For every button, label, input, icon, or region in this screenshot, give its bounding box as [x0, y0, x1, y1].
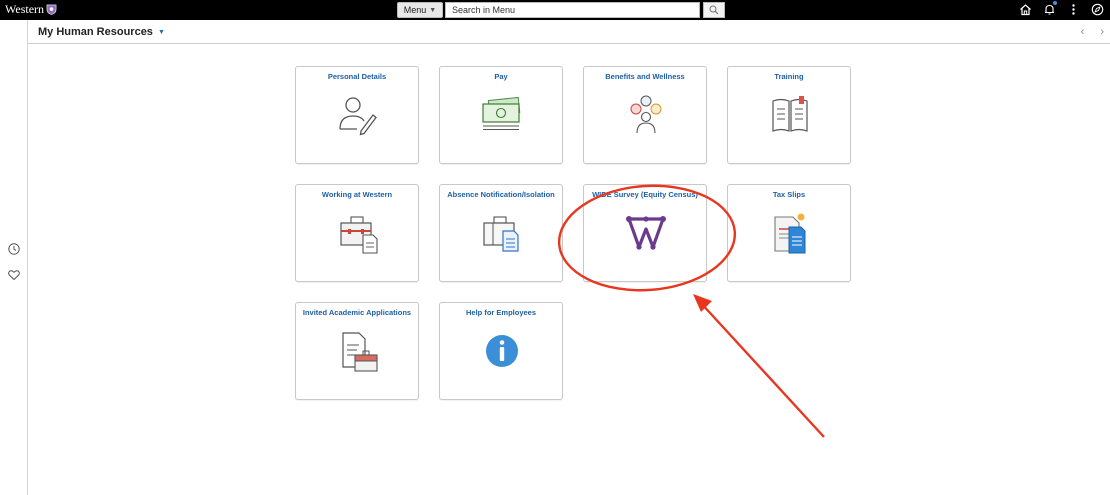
search-button[interactable]	[703, 2, 725, 18]
tile-title: Help for Employees	[465, 308, 537, 317]
person-edit-icon	[339, 97, 377, 136]
wide-survey-icon	[626, 216, 666, 250]
search-input[interactable]: Search in Menu	[445, 2, 700, 18]
info-icon	[486, 335, 518, 367]
chevron-down-icon: ▼	[429, 6, 437, 14]
tax-slips-icon	[774, 213, 806, 254]
tile-benefits-and-wellness[interactable]: Benefits and Wellness	[583, 66, 707, 164]
homepage-pager: ‹ ›	[1081, 26, 1104, 38]
page-title: My Human Resources	[38, 26, 153, 38]
notifications-icon[interactable]	[1042, 1, 1057, 16]
recent-places-icon[interactable]	[7, 242, 21, 256]
benefits-icon	[630, 95, 662, 134]
tile-training[interactable]: Training	[727, 66, 851, 164]
tile-title: Training	[774, 72, 804, 81]
tile-title: WIDE Survey (Equity Census)	[592, 190, 698, 199]
tile-working-at-western[interactable]: Working at Western	[295, 184, 419, 282]
favorites-heart-icon[interactable]	[7, 268, 21, 282]
tile-title: Absence Notification/Isolation	[447, 190, 555, 199]
brand-name: Western	[5, 2, 45, 16]
annotation-arrow	[699, 301, 825, 438]
tile-pay[interactable]: Pay	[439, 66, 563, 164]
menu-button[interactable]: Menu ▼	[397, 2, 443, 18]
money-icon	[482, 96, 521, 131]
navbar-icon[interactable]	[1090, 2, 1104, 16]
menu-label: Menu	[403, 5, 427, 15]
annotation-arrowhead	[693, 294, 712, 312]
tile-title: Pay	[494, 72, 508, 81]
tile-help-for-employees[interactable]: Help for Employees	[439, 302, 563, 400]
top-bar: Western Menu ▼ Search in Menu	[0, 0, 1110, 20]
tile-title: Benefits and Wellness	[605, 72, 685, 81]
page-header: My Human Resources ▼ ‹ ›	[28, 20, 1110, 44]
page-title-dropdown[interactable]: My Human Resources ▼	[38, 26, 165, 38]
tile-title: Tax Slips	[772, 190, 806, 199]
chevron-left-icon[interactable]: ‹	[1081, 26, 1085, 38]
crest-icon	[46, 4, 57, 15]
tile-invited-academic-applications[interactable]: Invited Academic Applications	[295, 302, 419, 400]
left-rail	[0, 20, 28, 495]
tile-absence-notification-isolation[interactable]: Absence Notification/Isolation	[439, 184, 563, 282]
tile-title: Working at Western	[321, 190, 393, 199]
chevron-down-icon: ▼	[157, 28, 165, 36]
tile-wide-survey[interactable]: WIDE Survey (Equity Census)	[583, 184, 707, 282]
more-actions-icon[interactable]	[1066, 2, 1080, 16]
briefcase-document-icon	[340, 216, 378, 254]
home-icon[interactable]	[1018, 2, 1032, 16]
top-actions	[1018, 1, 1104, 16]
tile-tax-slips[interactable]: Tax Slips	[727, 184, 851, 282]
brand-logo[interactable]: Western	[5, 2, 57, 17]
documents-icon	[483, 216, 519, 252]
book-icon	[772, 96, 808, 132]
tile-title: Personal Details	[327, 72, 387, 81]
tile-title: Invited Academic Applications	[302, 308, 412, 317]
document-briefcase-icon	[342, 332, 378, 372]
chevron-right-icon[interactable]: ›	[1100, 26, 1104, 38]
notification-dot	[1053, 1, 1057, 5]
search-icon	[709, 5, 719, 15]
tile-personal-details[interactable]: Personal Details	[295, 66, 419, 164]
